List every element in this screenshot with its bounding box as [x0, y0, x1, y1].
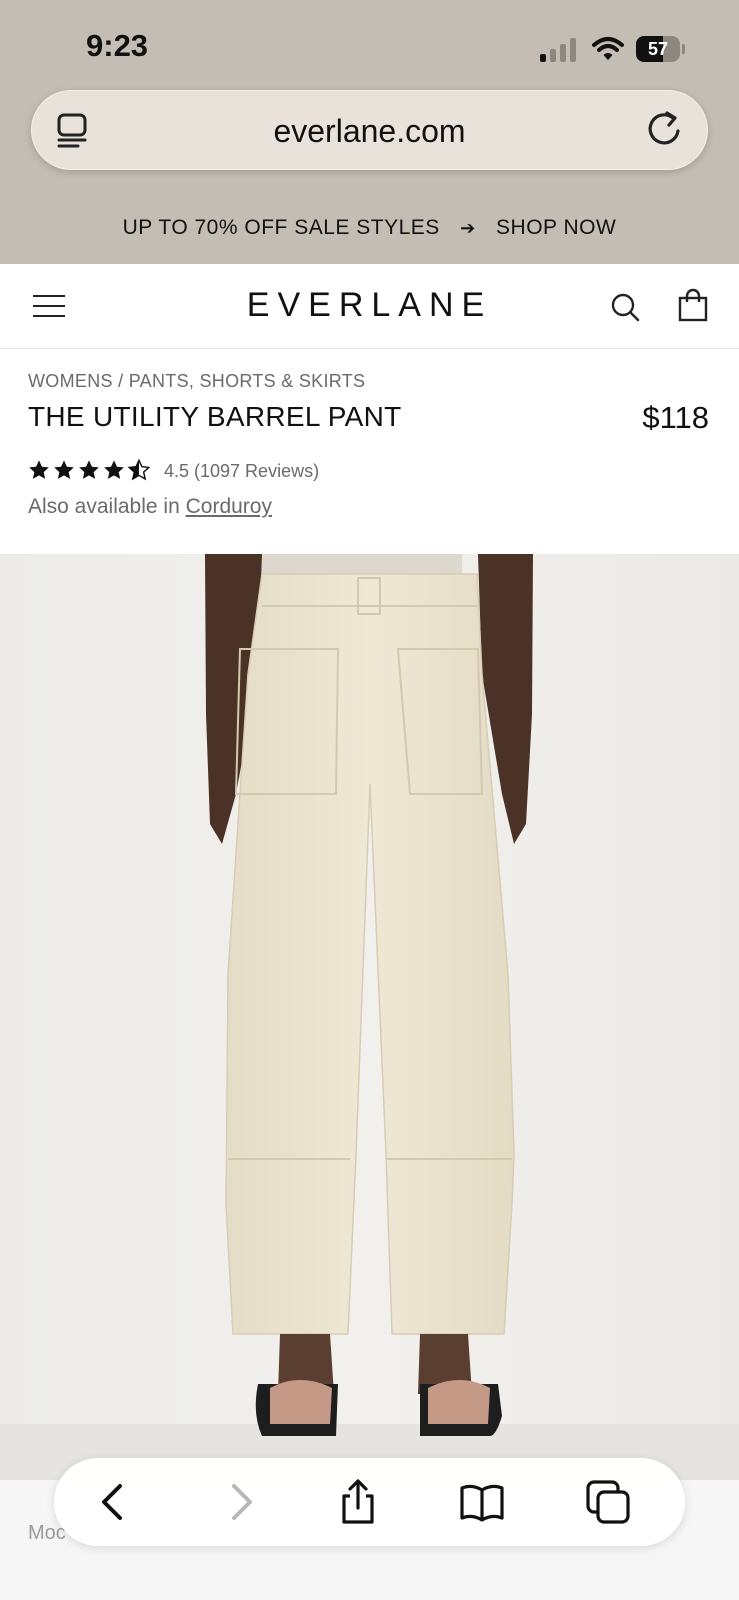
status-bar: 9:23 57: [0, 0, 739, 80]
arrow-right-icon: ➔: [460, 218, 476, 238]
browser-toolbar: [54, 1458, 685, 1546]
product-price: $118: [642, 400, 709, 435]
battery-level: 57: [647, 39, 669, 59]
forward-icon[interactable]: [216, 1478, 264, 1526]
shopping-bag-icon[interactable]: [678, 288, 708, 322]
reload-icon[interactable]: [645, 109, 685, 149]
star-rating[interactable]: [28, 459, 150, 481]
status-time: 9:23: [86, 28, 149, 63]
product-title: THE UTILITY BARREL PANT: [28, 401, 402, 432]
bookmarks-icon[interactable]: [458, 1478, 506, 1526]
half-star-icon: [128, 459, 150, 481]
star-icon: [104, 460, 124, 479]
star-icon: [29, 460, 49, 479]
back-icon[interactable]: [90, 1478, 138, 1526]
cellular-signal-icon: [540, 38, 578, 62]
also-available-label: Also available in: [28, 495, 180, 518]
promo-text: UP TO 70% OFF SALE STYLES: [122, 216, 440, 239]
search-icon[interactable]: [610, 292, 640, 322]
battery-icon: 57: [636, 36, 685, 62]
site-header: EVERLANE: [0, 264, 739, 349]
also-available: Also available in Corduroy: [28, 495, 272, 519]
pants-back-view-illustration: [0, 554, 739, 1480]
address-bar[interactable]: everlane.com: [31, 90, 708, 170]
share-icon[interactable]: [334, 1478, 382, 1526]
rating-summary[interactable]: 4.5 (1097 Reviews): [164, 461, 319, 482]
product-image[interactable]: [0, 554, 739, 1480]
breadcrumb[interactable]: WOMENS / PANTS, SHORTS & SKIRTS: [28, 371, 365, 392]
product-info: WOMENS / PANTS, SHORTS & SKIRTS THE UTIL…: [0, 349, 739, 554]
wifi-icon: [592, 37, 624, 60]
tabs-icon[interactable]: [584, 1478, 632, 1526]
corduroy-link[interactable]: Corduroy: [186, 495, 272, 518]
url-text[interactable]: everlane.com: [32, 113, 707, 150]
promo-banner[interactable]: UP TO 70% OFF SALE STYLES ➔ SHOP NOW: [0, 216, 739, 240]
browser-chrome: 9:23 57 everlane.com UP TO 70% OFF SALE …: [0, 0, 739, 264]
star-icon: [79, 460, 99, 479]
star-icon: [54, 460, 74, 479]
shop-now-link[interactable]: SHOP NOW: [496, 216, 616, 239]
